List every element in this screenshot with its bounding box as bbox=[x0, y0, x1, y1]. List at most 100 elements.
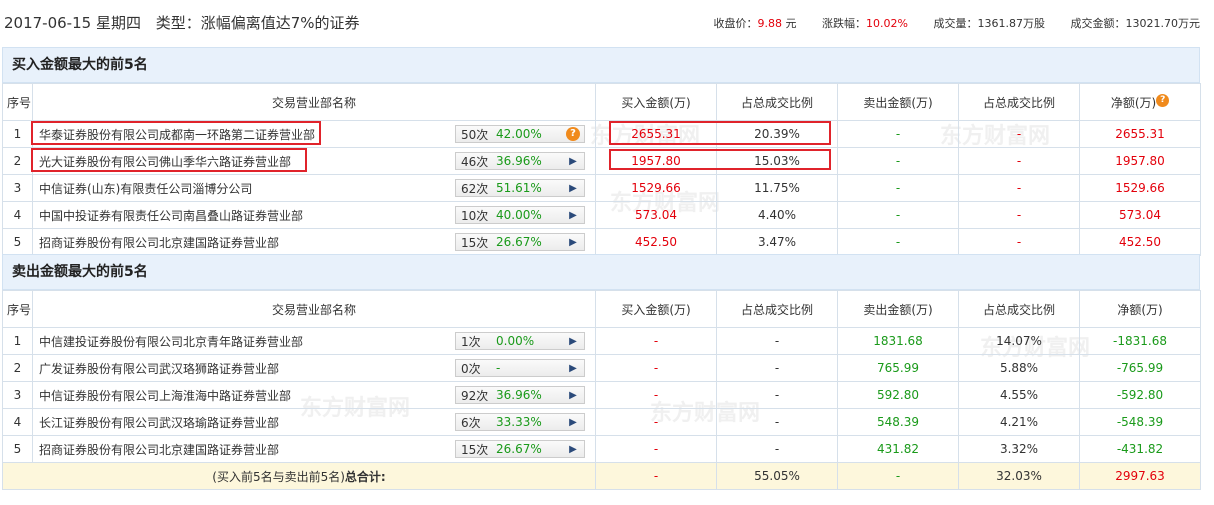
broker-name[interactable]: 广发证券股份有限公司武汉珞狮路证券营业部 bbox=[39, 360, 279, 377]
sell-amount: 765.99 bbox=[837, 354, 959, 382]
col-header-no: 序号 bbox=[2, 83, 33, 121]
price-stats: 收盘价：9.88 元 涨跌幅：10.02% 成交量：1361.87万股 成交金额… bbox=[692, 15, 1200, 31]
broker-stat-box[interactable]: 6次 33.33% ▶ bbox=[455, 413, 585, 431]
buy-amount: 1529.66 bbox=[595, 174, 717, 202]
sell-section-title: 卖出金额最大的前5名 bbox=[2, 254, 1200, 290]
sell-ratio: - bbox=[958, 174, 1080, 202]
sell-amount: 548.39 bbox=[837, 408, 959, 436]
broker-count: 10次 bbox=[461, 208, 489, 223]
summary-buy-ratio: 55.05% bbox=[716, 462, 838, 490]
play-arrow-icon[interactable]: ▶ bbox=[562, 444, 584, 455]
table-row: 5 招商证券股份有限公司北京建国路证券营业部 15次 26.67% ▶ 452.50 3.4… bbox=[2, 228, 1201, 256]
broker-stat-box[interactable]: 1次 0.00% ▶ bbox=[455, 332, 585, 350]
col-header-name: 交易营业部名称 bbox=[32, 83, 596, 121]
broker-count: 46次 bbox=[461, 154, 489, 169]
broker-name[interactable]: 中信证券股份有限公司上海淮海中路证券营业部 bbox=[39, 387, 291, 404]
col-header-net: 净额(万) bbox=[1079, 290, 1201, 328]
summary-buy: - bbox=[595, 462, 717, 490]
table-row: 5 招商证券股份有限公司北京建国路证券营业部 15次 26.67% ▶ - -431.82 3… bbox=[2, 435, 1201, 463]
broker-name[interactable]: 中信建投证券股份有限公司北京青年路证券营业部 bbox=[39, 333, 303, 350]
broker-win-rate: 26.67% bbox=[496, 235, 542, 249]
broker-stat-box[interactable]: 0次 - ▶ bbox=[455, 359, 585, 377]
broker-win-rate: 40.00% bbox=[496, 208, 542, 222]
report-date: 2017-06-15 星期四 bbox=[4, 14, 141, 32]
net-amount: -1831.68 bbox=[1079, 327, 1201, 355]
sell-amount: - bbox=[837, 228, 959, 256]
table-row: 4 中国中投证券有限责任公司南昌叠山路证券营业部 10次 40.00% ▶ 573.04 4… bbox=[2, 201, 1201, 229]
row-number: 3 bbox=[2, 174, 33, 202]
net-amount: -592.80 bbox=[1079, 381, 1201, 409]
sell-amount: 431.82 bbox=[837, 435, 959, 463]
buy-ratio: - bbox=[716, 327, 838, 355]
sell-ratio: 3.32% bbox=[958, 435, 1080, 463]
broker-name[interactable]: 中信证券(山东)有限责任公司淄博分公司 bbox=[39, 180, 252, 197]
report-title: 2017-06-15 星期四 类型：涨幅偏离值达7%的证券 bbox=[4, 12, 370, 33]
row-number: 5 bbox=[2, 435, 33, 463]
sell-ratio: 5.88% bbox=[958, 354, 1080, 382]
play-arrow-icon[interactable]: ▶ bbox=[562, 210, 584, 221]
buy-amount: 573.04 bbox=[595, 201, 717, 229]
col-header-buy: 买入金额(万) bbox=[595, 290, 717, 328]
sell-ratio: 4.55% bbox=[958, 381, 1080, 409]
play-arrow-icon[interactable]: ▶ bbox=[562, 156, 584, 167]
broker-count: 6次 bbox=[461, 415, 481, 430]
play-arrow-icon[interactable]: ▶ bbox=[562, 390, 584, 401]
volume: 成交量：1361.87万股 bbox=[933, 17, 1046, 30]
broker-count: 1次 bbox=[461, 334, 481, 349]
play-arrow-icon[interactable]: ▶ bbox=[562, 336, 584, 347]
play-arrow-icon[interactable]: ▶ bbox=[562, 237, 584, 248]
buy-ratio: - bbox=[716, 408, 838, 436]
broker-stat-box[interactable]: 50次 42.00%? bbox=[455, 125, 585, 143]
broker-win-rate: 51.61% bbox=[496, 181, 542, 195]
sell-ratio: - bbox=[958, 201, 1080, 229]
buy-ratio: 3.47% bbox=[716, 228, 838, 256]
question-icon[interactable]: ? bbox=[566, 127, 580, 141]
broker-cell: 中信证券股份有限公司上海淮海中路证券营业部 92次 36.96% ▶ bbox=[32, 381, 596, 409]
buy-section-title: 买入金额最大的前5名 bbox=[2, 47, 1200, 83]
question-icon[interactable]: ? bbox=[1156, 93, 1170, 107]
broker-name[interactable]: 中国中投证券有限责任公司南昌叠山路证券营业部 bbox=[39, 207, 303, 224]
summary-sell-ratio: 32.03% bbox=[958, 462, 1080, 490]
broker-name[interactable]: 长江证券股份有限公司武汉珞瑜路证券营业部 bbox=[39, 414, 279, 431]
col-header-name: 交易营业部名称 bbox=[32, 290, 596, 328]
row-number: 4 bbox=[2, 201, 33, 229]
table-row: 4 长江证券股份有限公司武汉珞瑜路证券营业部 6次 33.33% ▶ - -548.39 4.… bbox=[2, 408, 1201, 436]
sell-amount: - bbox=[837, 201, 959, 229]
sell-amount: - bbox=[837, 147, 959, 175]
report-type: 类型：涨幅偏离值达7%的证券 bbox=[155, 14, 360, 32]
broker-count: 92次 bbox=[461, 388, 489, 403]
col-header-buy-ratio: 占总成交比例 bbox=[716, 83, 838, 121]
col-header-sell-ratio: 占总成交比例 bbox=[958, 83, 1080, 121]
broker-name[interactable]: 招商证券股份有限公司北京建国路证券营业部 bbox=[39, 441, 279, 458]
buy-amount: - bbox=[595, 408, 717, 436]
sell-amount: 592.80 bbox=[837, 381, 959, 409]
sell-amount: 1831.68 bbox=[837, 327, 959, 355]
col-header-sell: 卖出金额(万) bbox=[837, 83, 959, 121]
broker-stat-box[interactable]: 15次 26.67% ▶ bbox=[455, 440, 585, 458]
row-number: 5 bbox=[2, 228, 33, 256]
buy-ratio: - bbox=[716, 381, 838, 409]
highlight-box bbox=[609, 121, 831, 145]
col-header-net: 净额(万)? bbox=[1079, 83, 1201, 121]
broker-name[interactable]: 招商证券股份有限公司北京建国路证券营业部 bbox=[39, 234, 279, 251]
summary-sell: - bbox=[837, 462, 959, 490]
play-arrow-icon[interactable]: ▶ bbox=[562, 417, 584, 428]
sell-ratio: 4.21% bbox=[958, 408, 1080, 436]
broker-stat-box[interactable]: 15次 26.67% ▶ bbox=[455, 233, 585, 251]
play-arrow-icon[interactable]: ▶ bbox=[562, 183, 584, 194]
broker-stat-box[interactable]: 62次 51.61% ▶ bbox=[455, 179, 585, 197]
net-amount: 1529.66 bbox=[1079, 174, 1201, 202]
broker-stat-box[interactable]: 46次 36.96% ▶ bbox=[455, 152, 585, 170]
broker-count: 50次 bbox=[461, 127, 489, 142]
highlight-box bbox=[31, 121, 321, 145]
col-header-no: 序号 bbox=[2, 290, 33, 328]
broker-stat-box[interactable]: 10次 40.00% ▶ bbox=[455, 206, 585, 224]
play-arrow-icon[interactable]: ▶ bbox=[562, 363, 584, 374]
broker-count: 0次 bbox=[461, 361, 481, 376]
change-pct: 涨跌幅：10.02% bbox=[822, 17, 908, 30]
row-number: 2 bbox=[2, 354, 33, 382]
buy-amount: - bbox=[595, 327, 717, 355]
sell-table: 序号 交易营业部名称 买入金额(万) 占总成交比例 卖出金额(万) 占总成交比例… bbox=[2, 290, 1201, 490]
broker-stat-box[interactable]: 92次 36.96% ▶ bbox=[455, 386, 585, 404]
broker-win-rate: 42.00% bbox=[496, 127, 542, 141]
